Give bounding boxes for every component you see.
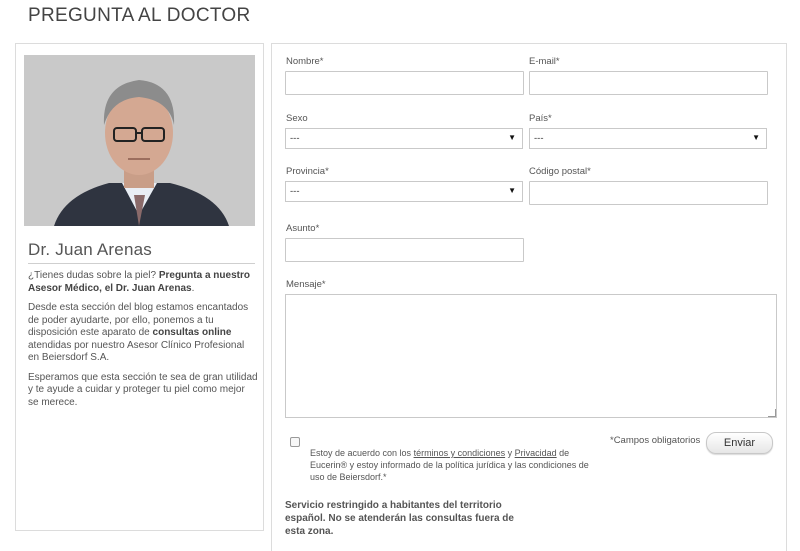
- chevron-down-icon: ▼: [508, 133, 516, 142]
- mensaje-label: Mensaje*: [286, 279, 326, 290]
- provincia-value: ---: [290, 186, 300, 197]
- bio-highlight: consultas online: [152, 327, 232, 338]
- terms-text-part: Estoy de acuerdo con los: [310, 448, 414, 458]
- divider: [28, 263, 255, 264]
- doctor-name: Dr. Juan Arenas: [28, 240, 152, 259]
- terms-text: Estoy de acuerdo con los términos y cond…: [310, 447, 600, 483]
- mensaje-textarea[interactable]: [285, 294, 777, 418]
- required-fields-note: *Campos obligatorios: [610, 435, 701, 446]
- terms-link[interactable]: términos y condiciones: [414, 448, 506, 458]
- privacy-link[interactable]: Privacidad: [515, 448, 557, 458]
- nombre-input[interactable]: [285, 71, 524, 95]
- bio-paragraph-2: Desde esta sección del blog estamos enca…: [28, 302, 258, 365]
- sexo-value: ---: [290, 133, 300, 144]
- sexo-select[interactable]: --- ▼: [285, 128, 523, 149]
- bio-text: atendidas por nuestro Asesor Clínico Pro…: [28, 339, 245, 364]
- pais-value: ---: [534, 133, 544, 144]
- nombre-label: Nombre*: [286, 56, 324, 67]
- service-restriction-note: Servicio restringido a habitantes del te…: [285, 500, 514, 537]
- bio-text: .: [191, 282, 195, 294]
- bio-paragraph-3: Esperamos que esta sección te sea de gra…: [28, 371, 258, 408]
- email-input[interactable]: [529, 71, 768, 95]
- terms-checkbox[interactable]: [290, 437, 300, 447]
- pais-select[interactable]: --- ▼: [529, 128, 767, 149]
- asunto-label: Asunto*: [286, 223, 320, 234]
- chevron-down-icon: ▼: [752, 133, 760, 142]
- provincia-select[interactable]: --- ▼: [285, 181, 523, 202]
- doctor-panel: Dr. Juan Arenas ¿Tienes dudas sobre la p…: [15, 43, 264, 531]
- codigo-postal-label: Código postal*: [529, 166, 591, 177]
- chevron-down-icon: ▼: [508, 186, 516, 195]
- doctor-bio: ¿Tienes dudas sobre la piel? Pregunta a …: [28, 270, 258, 416]
- sexo-label: Sexo: [286, 113, 308, 124]
- question-form: Nombre* E-mail* Sexo --- ▼ País* --- ▼ P…: [271, 43, 787, 551]
- asunto-input[interactable]: [285, 238, 524, 262]
- pais-label: País*: [529, 113, 552, 124]
- provincia-label: Provincia*: [286, 166, 329, 177]
- bio-paragraph-1: ¿Tienes dudas sobre la piel? Pregunta a …: [28, 270, 258, 295]
- bio-text: ¿Tienes dudas sobre la piel?: [28, 270, 159, 281]
- page-title: PREGUNTA AL DOCTOR: [28, 5, 251, 26]
- email-label: E-mail*: [529, 56, 560, 67]
- terms-text-part: y: [505, 448, 515, 458]
- doctor-photo: [24, 55, 255, 226]
- send-button[interactable]: Enviar: [706, 432, 773, 454]
- codigo-postal-input[interactable]: [529, 181, 768, 205]
